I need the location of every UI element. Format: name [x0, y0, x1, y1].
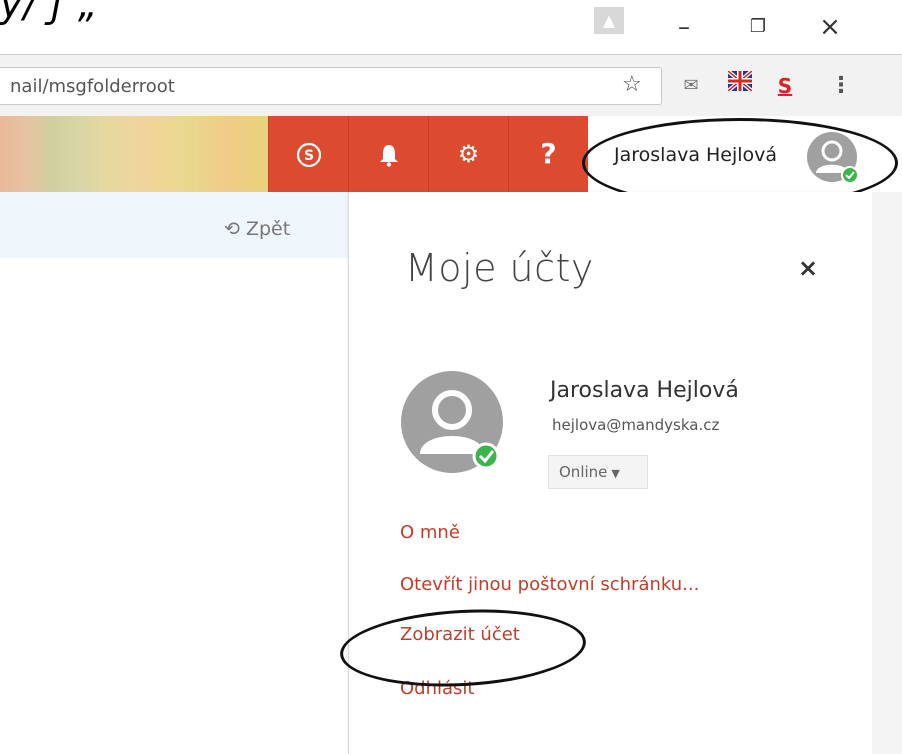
message-list-area — [0, 192, 348, 754]
presence-status-dropdown[interactable]: Online ▼ — [548, 455, 648, 489]
uk-flag-icon[interactable] — [725, 69, 755, 101]
panel-scroll-edge — [872, 192, 902, 754]
account-name: Jaroslava Hejlová — [550, 378, 739, 403]
avatar-icon — [401, 371, 503, 473]
profile-avatar[interactable] — [400, 370, 508, 478]
star-icon[interactable]: ☆ — [622, 72, 642, 97]
caret-down-icon: ▼ — [611, 467, 620, 480]
header-theme-strip — [0, 116, 268, 192]
cropped-heading-text: y/ ƒ „ — [0, 0, 99, 26]
uk-flag-graphic — [726, 69, 754, 93]
notifications-button[interactable] — [348, 116, 428, 192]
about-me-link[interactable]: O mně — [400, 522, 460, 543]
settings-button[interactable]: ⚙ — [428, 116, 508, 192]
close-icon[interactable]: × — [810, 12, 850, 42]
address-url-text: nail/msgfolderroot — [10, 76, 175, 97]
back-bar — [0, 192, 348, 258]
back-button[interactable]: ⟲ Zpět — [224, 218, 290, 240]
open-another-mailbox-link[interactable]: Otevřít jinou poštovní schránku... — [400, 574, 699, 595]
help-button[interactable]: ? — [508, 116, 588, 192]
skype-button[interactable]: S — [268, 116, 348, 192]
back-label: Zpět — [245, 218, 291, 240]
gear-icon: ⚙ — [457, 140, 480, 168]
account-email: hejlova@mandyska.cz — [552, 416, 720, 434]
undo-icon: ⟲ — [224, 218, 240, 240]
svg-text:S: S — [303, 148, 313, 164]
help-icon: ? — [540, 137, 557, 170]
bell-icon — [379, 145, 398, 167]
person-icon: ▲ — [602, 11, 616, 30]
panel-title: Moje účty — [405, 246, 594, 290]
presence-status-label: Online — [559, 463, 608, 481]
close-icon[interactable]: × — [798, 254, 818, 282]
skype-icon: S — [296, 142, 321, 168]
more-vertical-icon[interactable]: ⋮ — [826, 71, 856, 101]
restore-icon[interactable]: ❐ — [738, 12, 778, 42]
address-bar[interactable]: nail/msgfolderroot ☆ — [0, 67, 662, 105]
s-extension-icon[interactable]: S — [770, 71, 800, 101]
browser-profile-button[interactable]: ▲ — [594, 7, 624, 34]
mail-extension-icon[interactable]: ✉ — [676, 71, 706, 101]
minimize-icon[interactable]: – — [664, 12, 704, 42]
